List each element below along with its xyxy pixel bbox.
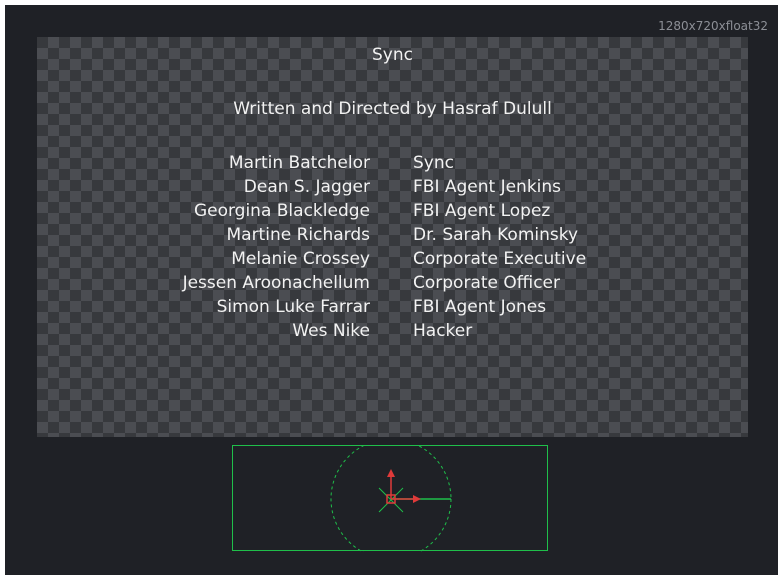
credit-row: Martin Batchelor Sync <box>37 153 748 177</box>
viewer-panel[interactable]: 1280x720xfloat32 Sync Written and Direct… <box>5 5 778 575</box>
credits-subtitle: Written and Directed by Hasraf Dulull <box>233 99 552 119</box>
credit-actor: Melanie Crossey <box>231 249 370 269</box>
credit-role: Corporate Officer <box>413 273 560 293</box>
credit-role: FBI Agent Jones <box>413 297 547 317</box>
credits-title: Sync <box>372 45 413 65</box>
transform-gizmo-overlay <box>330 446 452 552</box>
credit-row: Simon Luke Farrar FBI Agent Jones <box>37 297 748 321</box>
image-canvas[interactable]: Sync Written and Directed by Hasraf Dulu… <box>37 37 748 437</box>
credit-actor: Simon Luke Farrar <box>216 297 370 317</box>
credit-role: FBI Agent Jenkins <box>413 177 562 197</box>
credit-actor: Georgina Blackledge <box>193 201 370 221</box>
credit-role: Sync <box>413 153 454 173</box>
credit-role: Hacker <box>413 321 473 341</box>
credit-role: Corporate Executive <box>413 249 587 269</box>
credit-row: Melanie Crossey Corporate Executive <box>37 249 748 273</box>
credit-actor: Dean S. Jagger <box>243 177 370 197</box>
credit-actor: Wes Nike <box>292 321 370 341</box>
credit-role: FBI Agent Lopez <box>413 201 551 221</box>
credit-actor: Jessen Aroonachellum <box>182 273 370 293</box>
x-arrow-icon[interactable] <box>413 495 421 503</box>
credit-row: Jessen Aroonachellum Corporate Officer <box>37 273 748 297</box>
y-arrow-icon[interactable] <box>387 469 395 477</box>
text-bounds-box[interactable] <box>232 445 548 552</box>
credit-actor: Martine Richards <box>226 225 370 245</box>
credit-row: Georgina Blackledge FBI Agent Lopez <box>37 201 748 225</box>
credit-row: Wes Nike Hacker <box>37 321 748 345</box>
credit-row: Dean S. Jagger FBI Agent Jenkins <box>37 177 748 201</box>
credit-row: Martine Richards Dr. Sarah Kominsky <box>37 225 748 249</box>
credit-actor: Martin Batchelor <box>228 153 370 173</box>
resolution-label: 1280x720xfloat32 <box>658 19 768 33</box>
credit-role: Dr. Sarah Kominsky <box>413 225 579 245</box>
credits-list: Martin Batchelor Sync Dean S. Jagger FBI… <box>37 153 748 345</box>
